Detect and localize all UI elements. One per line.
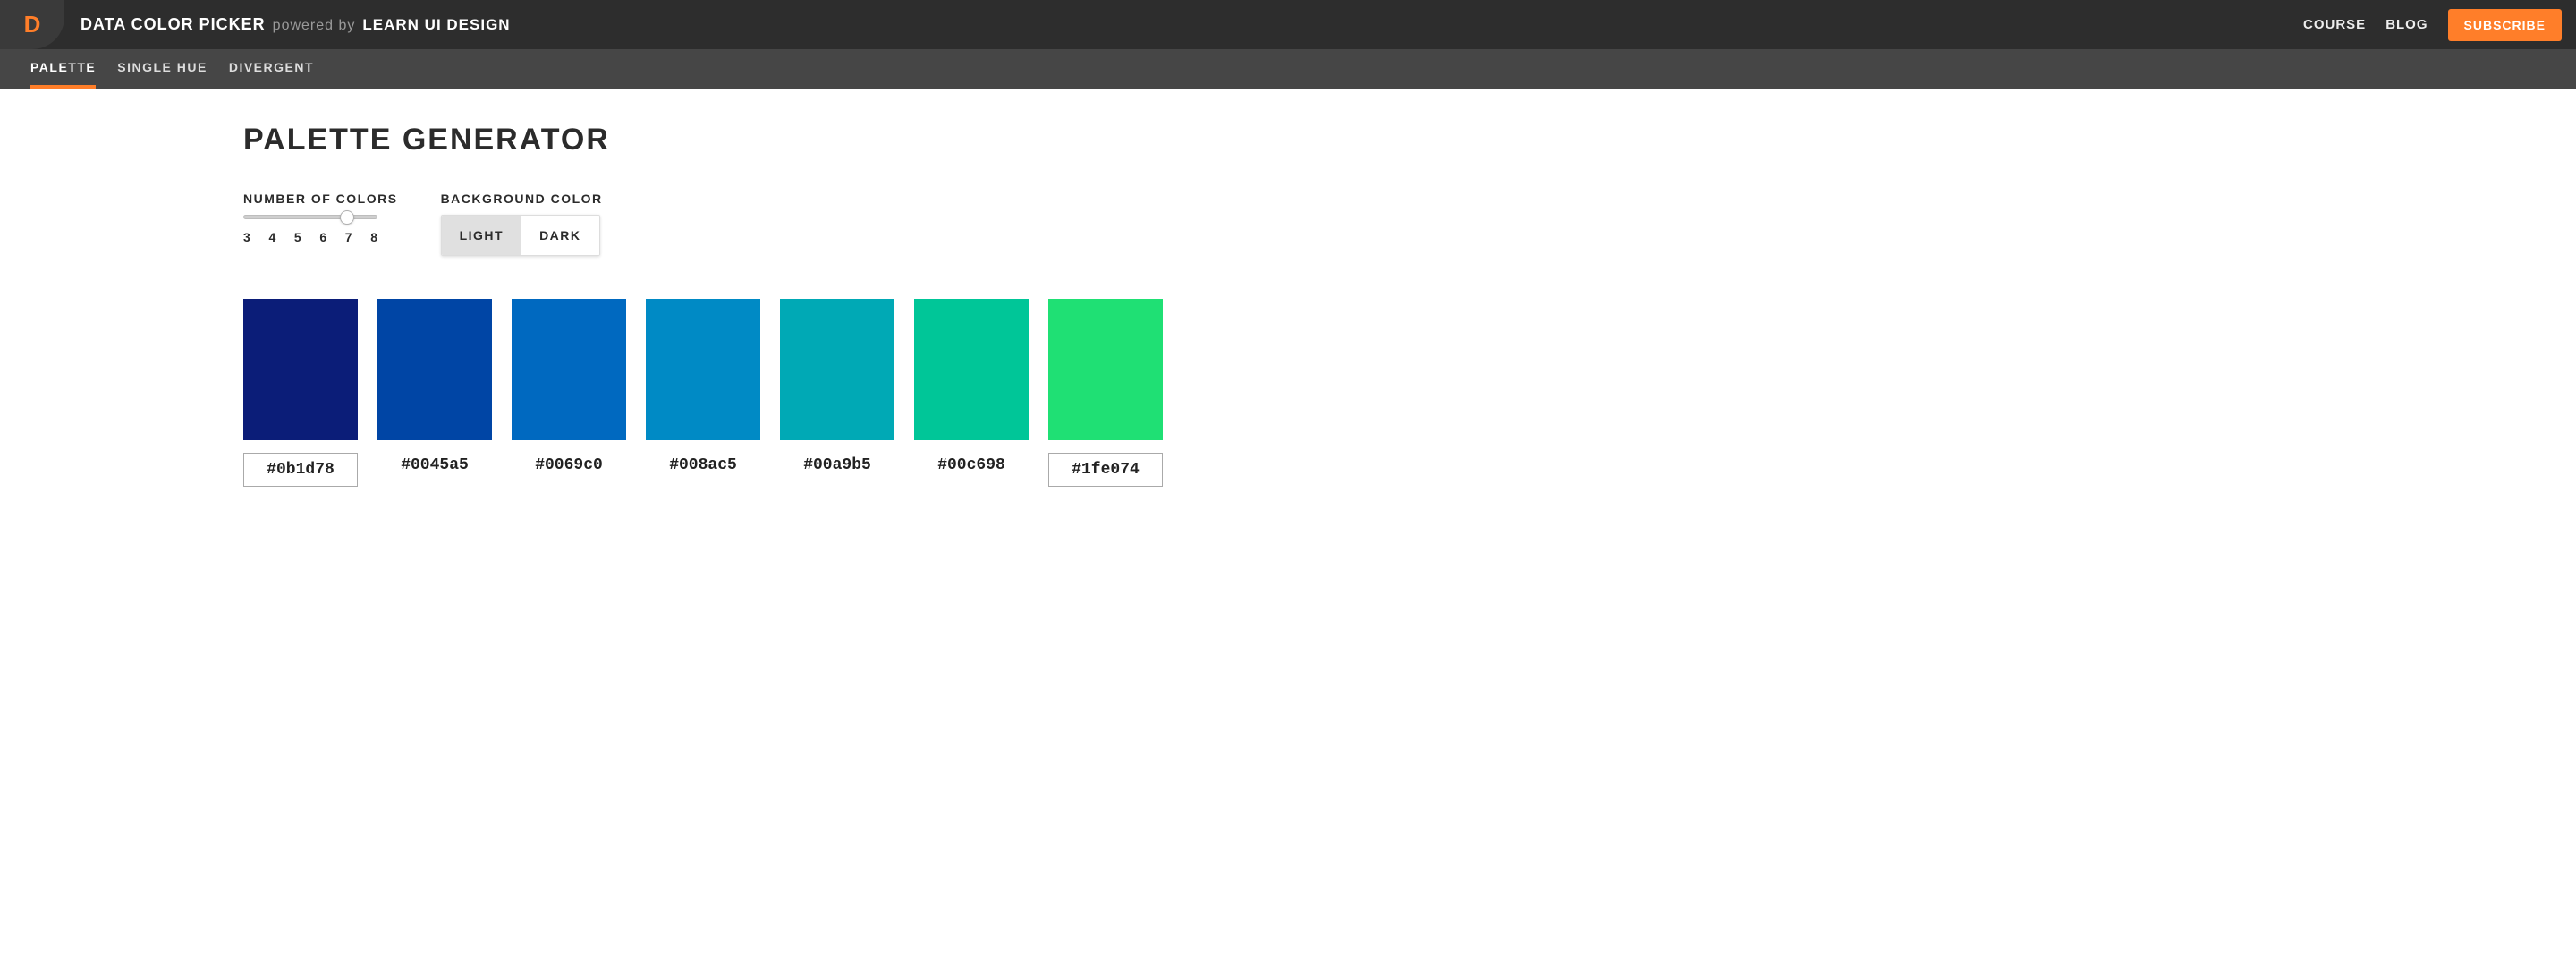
tabbar: PALETTE SINGLE HUE DIVERGENT <box>0 49 2576 89</box>
swatch-column <box>243 299 358 487</box>
color-swatch[interactable] <box>377 299 492 440</box>
slider-scale: 3 4 5 6 7 8 <box>243 230 377 244</box>
slider-tick: 3 <box>243 230 250 244</box>
tab-single-hue[interactable]: SINGLE HUE <box>117 49 208 89</box>
hex-label: #00c698 <box>914 456 1029 474</box>
num-colors-label: NUMBER OF COLORS <box>243 191 398 206</box>
hex-input[interactable] <box>1048 453 1163 487</box>
logo[interactable]: D <box>0 0 64 49</box>
app-title: DATA COLOR PICKER <box>80 15 266 34</box>
logo-letter: D <box>24 11 41 38</box>
slider-tick: 4 <box>268 230 275 244</box>
slider-tick: 6 <box>319 230 326 244</box>
swatch-column <box>1048 299 1163 487</box>
color-swatch[interactable] <box>243 299 358 440</box>
nav-course[interactable]: COURSE <box>2303 17 2366 32</box>
hex-label: #008ac5 <box>646 456 760 474</box>
num-colors-group: NUMBER OF COLORS 3 4 5 6 7 8 <box>243 191 398 244</box>
swatch-column: #008ac5 <box>646 299 760 487</box>
topbar: D DATA COLOR PICKER powered by LEARN UI … <box>0 0 2576 49</box>
color-swatch[interactable] <box>780 299 894 440</box>
main-content: PALETTE GENERATOR NUMBER OF COLORS 3 4 5 6 7… <box>243 89 1200 523</box>
tab-divergent[interactable]: DIVERGENT <box>229 49 314 89</box>
page-title: PALETTE GENERATOR <box>243 123 1200 157</box>
hex-label: #0045a5 <box>377 456 492 474</box>
title-block: DATA COLOR PICKER powered by LEARN UI DE… <box>80 15 511 34</box>
swatch-column: #00c698 <box>914 299 1029 487</box>
swatch-column: #0045a5 <box>377 299 492 487</box>
bg-option-dark[interactable]: DARK <box>521 216 598 255</box>
brand-name[interactable]: LEARN UI DESIGN <box>362 16 510 34</box>
bg-option-light[interactable]: LIGHT <box>442 216 522 255</box>
controls-row: NUMBER OF COLORS 3 4 5 6 7 8 BACKGROUND COLOR… <box>243 191 1200 256</box>
color-swatch[interactable] <box>1048 299 1163 440</box>
bg-toggle: LIGHT DARK <box>441 215 600 256</box>
slider-tick: 8 <box>370 230 377 244</box>
slider-tick: 5 <box>294 230 301 244</box>
powered-by-text: powered by <box>273 18 356 34</box>
num-colors-slider[interactable]: 3 4 5 6 7 8 <box>243 215 377 244</box>
slider-tick: 7 <box>345 230 352 244</box>
bg-color-group: BACKGROUND COLOR LIGHT DARK <box>441 191 603 256</box>
tab-palette[interactable]: PALETTE <box>30 49 96 89</box>
palette-row: #0045a5 #0069c0 #008ac5 #00a9b5 #00c698 <box>243 299 1200 487</box>
hex-label: #0069c0 <box>512 456 626 474</box>
slider-track[interactable] <box>243 215 377 219</box>
nav-blog[interactable]: BLOG <box>2385 17 2428 32</box>
hex-label: #00a9b5 <box>780 456 894 474</box>
hex-input[interactable] <box>243 453 358 487</box>
slider-thumb[interactable] <box>340 210 354 225</box>
color-swatch[interactable] <box>914 299 1029 440</box>
subscribe-button[interactable]: SUBSCRIBE <box>2448 9 2562 41</box>
color-swatch[interactable] <box>646 299 760 440</box>
color-swatch[interactable] <box>512 299 626 440</box>
swatch-column: #00a9b5 <box>780 299 894 487</box>
bg-color-label: BACKGROUND COLOR <box>441 191 603 206</box>
swatch-column: #0069c0 <box>512 299 626 487</box>
